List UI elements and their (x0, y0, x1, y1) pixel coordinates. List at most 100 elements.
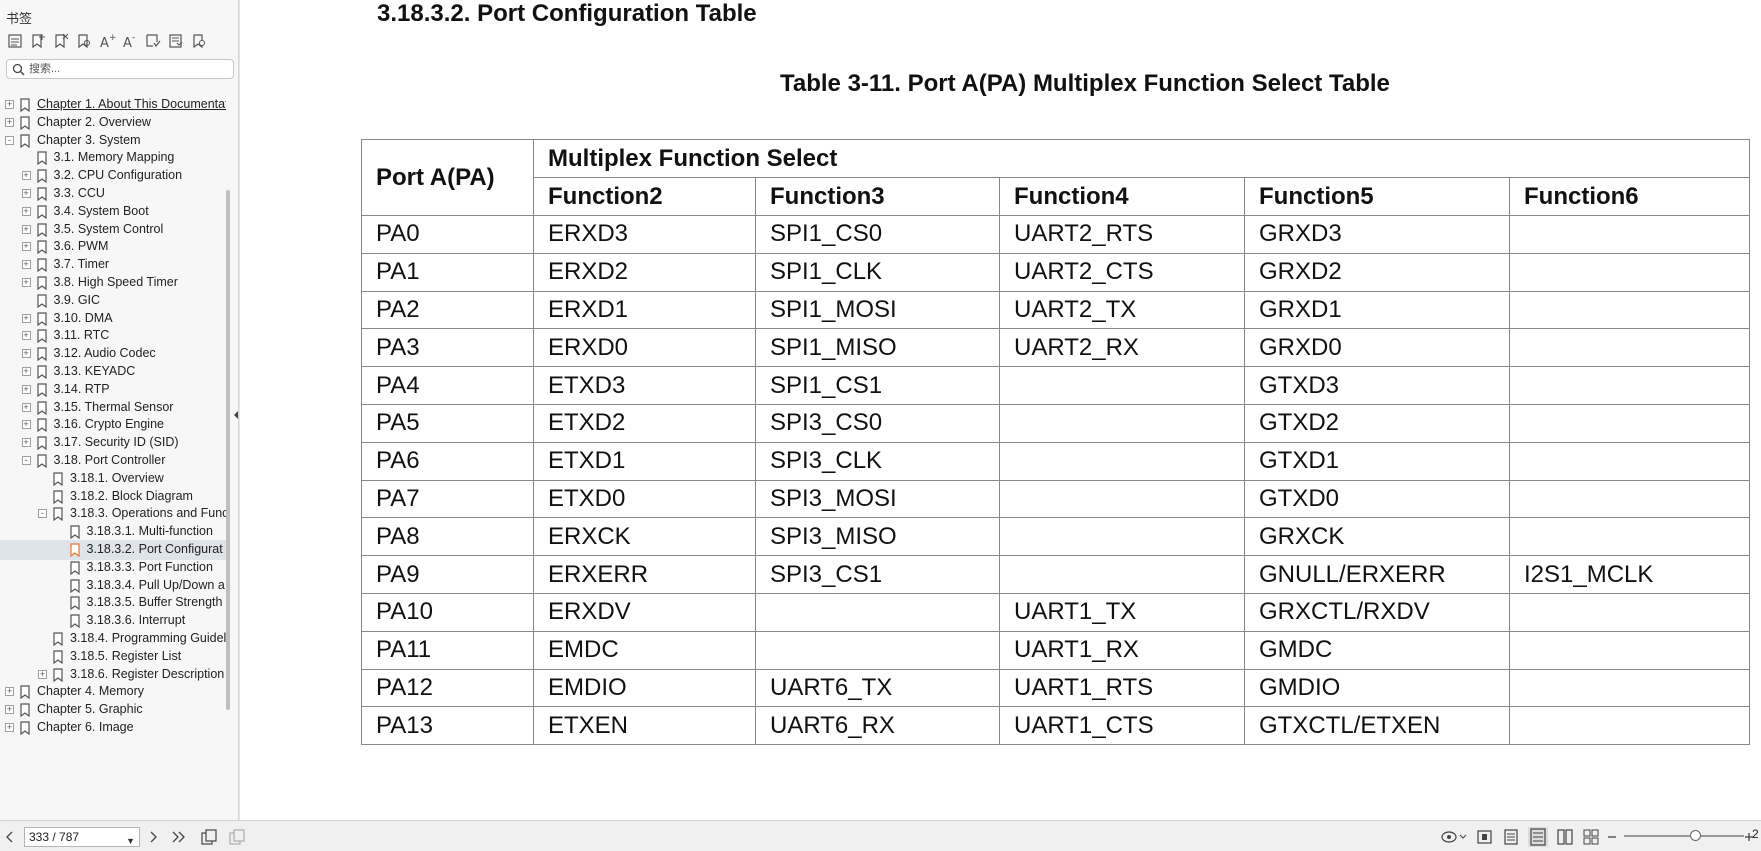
bookmark-properties-icon[interactable] (144, 32, 162, 50)
function-cell (1509, 517, 1750, 557)
bookmark-label: 3.5. System Control (53, 221, 164, 236)
collapse-icon[interactable]: - (38, 509, 47, 519)
bookmark-icon (36, 436, 48, 451)
function-cell (999, 479, 1245, 519)
port-pin-cell: PA13 (361, 706, 534, 746)
bookmark-icon (36, 400, 48, 415)
expand-all-icon[interactable] (6, 32, 24, 50)
expand-icon[interactable]: + (21, 278, 31, 287)
bookmark-icon (36, 222, 48, 237)
port-function-table: Port A(PA) Multiplex Function Select Fun… (361, 139, 1750, 746)
bookmark-settings-icon[interactable] (190, 32, 208, 50)
bookmark-item[interactable]: + Chapter 6. Image (0, 718, 226, 738)
split-view-icon[interactable] (228, 827, 246, 847)
bookmark-label: 3.18.3.3. Port Function (86, 559, 213, 574)
expand-icon[interactable]: + (38, 669, 47, 679)
port-pin-cell: PA1 (361, 252, 534, 292)
expand-icon[interactable]: + (5, 100, 14, 109)
next-page-icon[interactable] (148, 827, 158, 847)
function-cell: EMDIO (533, 668, 756, 708)
two-page-icon[interactable] (1556, 827, 1574, 847)
delete-bookmark-icon[interactable] (52, 32, 70, 50)
function-cell: GRXD3 (1244, 215, 1510, 254)
fit-page-icon[interactable] (1476, 827, 1494, 847)
expand-icon[interactable]: + (21, 384, 31, 394)
chevron-down-icon[interactable]: ▼ (126, 832, 135, 850)
port-pin-cell: PA3 (361, 328, 534, 368)
expand-icon[interactable]: + (5, 117, 14, 127)
expand-icon[interactable]: + (21, 420, 31, 430)
font-increase-icon[interactable]: A + (98, 32, 116, 50)
add-bookmark-icon[interactable] (29, 32, 47, 50)
bookmark-search-box[interactable] (6, 59, 234, 79)
function-cell: SPI3_MISO (755, 517, 1000, 557)
function-cell: UART6_RX (755, 706, 1000, 746)
eye-icon[interactable] (1440, 827, 1468, 847)
svg-text:+: + (109, 33, 116, 43)
bookmark-icon (52, 667, 64, 682)
function-cell: ERXD2 (533, 252, 756, 292)
function-cell: UART2_TX (999, 290, 1245, 330)
function-cell: I2S1_MCLK (1509, 555, 1750, 594)
port-pin-cell: PA12 (361, 668, 534, 708)
sidebar-scrollbar[interactable] (226, 190, 230, 710)
bookmark-label: 3.10. DMA (53, 310, 113, 325)
bookmark-label: 3.18.3.1. Multi-function (86, 524, 213, 539)
bookmark-label: Chapter 4. Memory (37, 684, 144, 699)
bookmark-label: Chapter 5. Graphic (37, 702, 143, 717)
port-pin-cell: PA6 (361, 441, 534, 481)
expand-icon[interactable]: + (21, 331, 31, 341)
single-page-icon[interactable] (1502, 827, 1520, 847)
prev-page-icon[interactable] (5, 827, 15, 847)
expand-icon[interactable]: + (21, 189, 31, 198)
bookmark-icon (36, 294, 48, 308)
expand-icon[interactable]: + (21, 349, 31, 359)
function-cell: GRXD0 (1244, 328, 1510, 368)
expand-icon[interactable]: + (21, 242, 31, 252)
expand-icon[interactable]: + (5, 723, 14, 732)
expand-icon[interactable]: + (21, 313, 31, 323)
bookmark-toolbar: A + A- (6, 32, 208, 52)
table-row: PA0 ERXD3 SPI1_CS0 UART2_RTS GRXD3 (361, 215, 1750, 254)
zoom-out-icon[interactable] (1606, 827, 1618, 847)
function-cell (1509, 630, 1750, 670)
expand-icon[interactable]: + (21, 224, 31, 234)
bookmark-list-icon[interactable] (167, 32, 185, 50)
bookmark-label: 3.6. PWM (53, 239, 109, 254)
port-pin-cell: PA5 (361, 403, 534, 443)
function-cell: SPI3_CLK (755, 441, 1000, 481)
bookmark-search-input[interactable] (29, 63, 219, 75)
expand-icon[interactable]: + (21, 438, 31, 448)
function-cell (1509, 668, 1750, 708)
bookmark-label: 3.18.3.4. Pull Up/Down a (86, 577, 225, 592)
collapse-sidebar-icon[interactable] (232, 408, 240, 422)
port-pin-cell: PA7 (361, 479, 534, 519)
continuous-page-icon[interactable] (1528, 827, 1548, 847)
last-page-icon[interactable] (170, 827, 186, 847)
zoom-slider-track[interactable] (1624, 835, 1744, 837)
table-row: PA8 ERXCK SPI3_MISO GRXCK (361, 517, 1750, 557)
expand-icon[interactable]: + (21, 367, 31, 376)
expand-icon[interactable]: + (5, 705, 14, 715)
port-pin-cell: PA10 (361, 592, 534, 632)
collapse-icon[interactable]: - (5, 135, 14, 145)
port-pin-cell: PA0 (361, 215, 534, 254)
two-page-continuous-icon[interactable] (1582, 827, 1600, 847)
svg-text:-: - (132, 33, 135, 43)
page-number-field[interactable]: 333 / 787 ▼ (24, 827, 140, 847)
bookmark-icon (19, 703, 31, 718)
expand-icon[interactable]: + (21, 171, 31, 181)
font-decrease-icon[interactable]: A- (121, 32, 139, 50)
bookmark-icon (69, 578, 81, 593)
find-bookmark-icon[interactable] (75, 32, 93, 50)
collapse-icon[interactable]: - (21, 456, 31, 465)
zoom-slider-handle[interactable] (1690, 830, 1701, 841)
function-cell (755, 630, 1000, 670)
expand-icon[interactable]: + (21, 206, 31, 216)
expand-icon[interactable]: + (21, 260, 31, 270)
expand-icon[interactable]: + (5, 687, 14, 697)
copy-page-icon[interactable] (200, 827, 218, 847)
function-cell: SPI1_MOSI (755, 290, 1000, 330)
expand-icon[interactable]: + (21, 402, 31, 412)
function-cell: SPI1_CS1 (755, 366, 1000, 405)
